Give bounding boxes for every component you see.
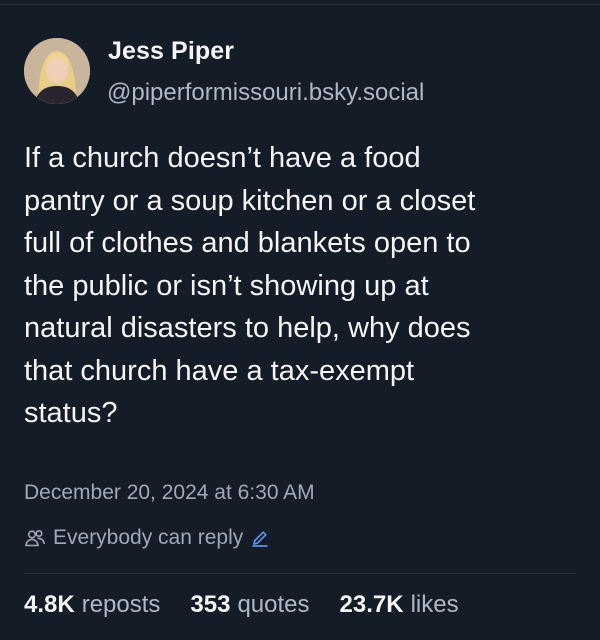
divider xyxy=(0,4,600,5)
divider xyxy=(24,573,576,574)
people-icon xyxy=(24,527,46,549)
pencil-icon[interactable] xyxy=(250,528,270,548)
reposts-label: reposts xyxy=(81,591,161,618)
reposts-count: 4.8K xyxy=(24,591,75,618)
post-text: If a church doesn’t have a food pantry o… xyxy=(24,142,476,429)
reposts-stat[interactable]: 4.8K reposts xyxy=(24,591,160,619)
quotes-label: quotes xyxy=(237,591,310,618)
quotes-stat[interactable]: 353 quotes xyxy=(190,591,309,619)
reply-setting[interactable]: Everybody can reply xyxy=(24,523,270,553)
post-timestamp: December 20, 2024 at 6:30 AM xyxy=(24,481,315,504)
author-handle[interactable]: @piperformissouri.bsky.social xyxy=(107,79,424,107)
avatar[interactable] xyxy=(24,38,90,104)
likes-stat[interactable]: 23.7K likes xyxy=(340,591,459,619)
likes-label: likes xyxy=(410,591,459,618)
author-display-name[interactable]: Jess Piper xyxy=(108,37,234,66)
engagement-stats: 4.8K reposts 353 quotes 23.7K likes xyxy=(24,591,459,619)
reply-setting-label: Everybody can reply xyxy=(53,526,244,549)
post-card: Jess Piper @piperformissouri.bsky.social… xyxy=(0,0,600,640)
likes-count: 23.7K xyxy=(339,591,404,618)
quotes-count: 353 xyxy=(190,591,231,618)
